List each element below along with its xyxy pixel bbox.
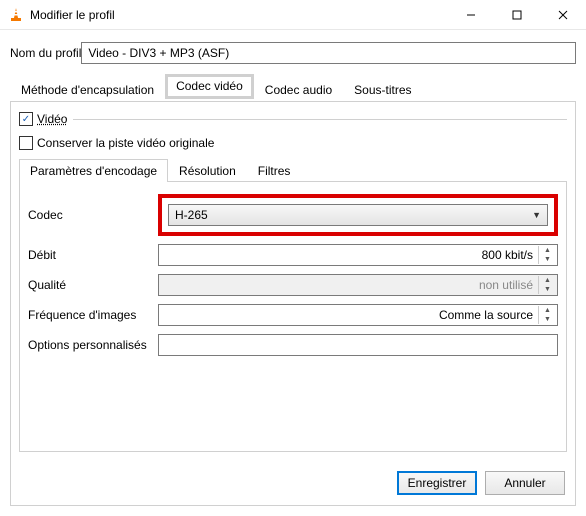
bitrate-row: Débit 800 kbit/s ▲▼ (28, 244, 558, 266)
profile-name-input[interactable] (81, 42, 576, 64)
framerate-spinner[interactable]: ▲▼ (538, 306, 556, 324)
quality-value: non utilisé (479, 278, 533, 292)
divider (73, 119, 567, 120)
cancel-button[interactable]: Annuler (485, 471, 565, 495)
bitrate-value: 800 kbit/s (482, 248, 533, 262)
maximize-button[interactable] (494, 0, 540, 30)
bitrate-label: Débit (28, 248, 158, 262)
bitrate-spinner[interactable]: ▲▼ (538, 246, 556, 264)
custom-options-label: Options personnalisés (28, 338, 158, 352)
minimize-button[interactable] (448, 0, 494, 30)
subtab-filters[interactable]: Filtres (247, 159, 302, 182)
spinner-up-icon: ▲ (538, 276, 556, 285)
video-checkbox-label: Vidéo (37, 112, 67, 126)
custom-options-input[interactable] (158, 334, 558, 356)
vlc-icon (8, 7, 24, 23)
sub-tabs: Paramètres d'encodage Résolution Filtres (19, 158, 567, 182)
main-tabs: Méthode d'encapsulation Codec vidéo Code… (10, 76, 576, 102)
spinner-down-icon[interactable]: ▼ (538, 315, 556, 324)
codec-combobox[interactable]: H-265 ▼ (168, 204, 548, 226)
subtab-resolution[interactable]: Résolution (168, 159, 247, 182)
framerate-row: Fréquence d'images Comme la source ▲▼ (28, 304, 558, 326)
quality-row: Qualité non utilisé ▲▼ (28, 274, 558, 296)
codec-value: H-265 (175, 208, 208, 222)
custom-options-row: Options personnalisés (28, 334, 558, 356)
titlebar: Modifier le profil (0, 0, 586, 30)
framerate-input[interactable]: Comme la source ▲▼ (158, 304, 558, 326)
spinner-up-icon[interactable]: ▲ (538, 246, 556, 255)
encoding-form: Codec H-265 ▼ Débit 800 kbit/s ▲▼ Qualit… (19, 182, 567, 452)
close-button[interactable] (540, 0, 586, 30)
quality-input: non utilisé ▲▼ (158, 274, 558, 296)
profile-name-label: Nom du profil (10, 46, 81, 60)
profile-name-row: Nom du profil (10, 42, 576, 64)
save-button[interactable]: Enregistrer (397, 471, 477, 495)
subtab-encoding[interactable]: Paramètres d'encodage (19, 159, 168, 182)
tab-video-codec[interactable]: Codec vidéo (165, 74, 254, 99)
quality-spinner: ▲▼ (538, 276, 556, 294)
spinner-down-icon: ▼ (538, 285, 556, 294)
codec-highlight: H-265 ▼ (158, 194, 558, 236)
framerate-value: Comme la source (439, 308, 533, 322)
quality-label: Qualité (28, 278, 158, 292)
video-checkbox[interactable]: ✓ (19, 112, 33, 126)
codec-row: Codec H-265 ▼ (28, 194, 558, 236)
chevron-down-icon: ▼ (532, 210, 541, 220)
keep-original-checkbox[interactable] (19, 136, 33, 150)
tab-audio-codec[interactable]: Codec audio (254, 77, 343, 102)
dialog-buttons: Enregistrer Annuler (397, 471, 565, 495)
codec-label: Codec (28, 208, 158, 222)
tab-encapsulation[interactable]: Méthode d'encapsulation (10, 77, 165, 102)
window-title: Modifier le profil (30, 8, 448, 22)
bitrate-input[interactable]: 800 kbit/s ▲▼ (158, 244, 558, 266)
content: Nom du profil Méthode d'encapsulation Co… (0, 30, 586, 516)
keep-original-label: Conserver la piste vidéo originale (37, 136, 214, 150)
tab-panel-video: ✓ Vidéo Conserver la piste vidéo origina… (10, 102, 576, 506)
spinner-down-icon[interactable]: ▼ (538, 255, 556, 264)
tab-subtitles[interactable]: Sous-titres (343, 77, 422, 102)
framerate-label: Fréquence d'images (28, 308, 158, 322)
keep-original-row: Conserver la piste vidéo originale (19, 136, 567, 150)
video-section-header: ✓ Vidéo (19, 112, 567, 126)
spinner-up-icon[interactable]: ▲ (538, 306, 556, 315)
